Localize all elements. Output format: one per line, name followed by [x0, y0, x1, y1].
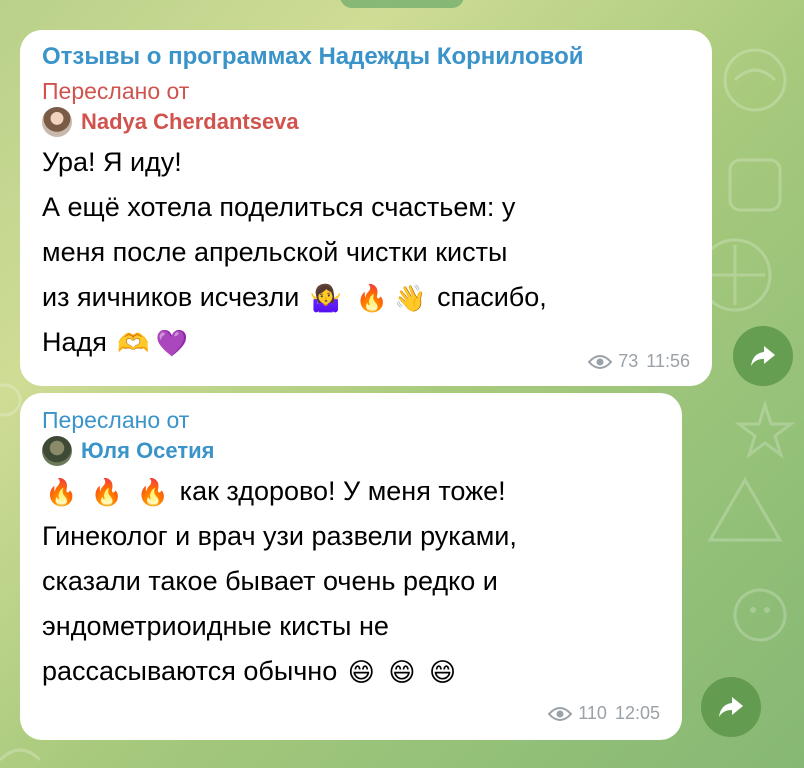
message-meta: 110 12:05 [548, 703, 660, 724]
shrug-emoji-icon: 🤷‍♀️ [309, 284, 343, 314]
message-meta: 73 11:56 [588, 351, 690, 372]
message-text: 🔥 🔥 🔥 как здорово! У меня тоже! Гинеколо… [42, 469, 660, 694]
message-line: Гинеколог и врач узи развели руками, [42, 521, 517, 551]
grinning-emoji-icon: 😄 [388, 658, 416, 688]
forwarded-from-name[interactable]: Юля Осетия [81, 438, 215, 464]
share-arrow-icon [719, 697, 743, 717]
top-date-pill [340, 0, 464, 8]
avatar[interactable] [42, 436, 72, 466]
message-time: 11:56 [646, 351, 690, 371]
forwarded-label: Переслано от [42, 78, 190, 104]
grinning-emoji-icon: 😄 [347, 658, 375, 688]
view-count: 110 [578, 703, 607, 723]
message-line: из яичников исчезли 🤷‍♀️ 🔥 👋 спасибо, [42, 275, 690, 320]
message-line: сказали такое бывает очень редко и [42, 566, 498, 596]
forwarded-from[interactable]: Nadya Cherdantseva [42, 106, 690, 138]
share-button[interactable] [701, 677, 761, 737]
message-line: рассасываются обычно 😄 😄 😄 [42, 649, 660, 694]
eye-icon [548, 706, 573, 721]
fire-emoji-icon: 🔥 [136, 478, 170, 508]
avatar[interactable] [42, 107, 72, 137]
channel-title[interactable]: Отзывы о программах Надежды Корниловой [42, 42, 690, 72]
message-line: 🔥 🔥 🔥 как здорово! У меня тоже! [42, 469, 660, 514]
message-line: Ура! Я иду! [42, 147, 182, 177]
eye-icon [588, 354, 613, 369]
message-line-text: спасибо, [437, 282, 547, 312]
heart-hands-emoji-icon: 🫶 [117, 329, 150, 359]
message-line-text: как здорово! У меня тоже! [179, 476, 506, 506]
fire-emoji-icon: 🔥 [45, 478, 78, 508]
message-line: меня после апрельской чистки кисты [42, 237, 508, 267]
message-line-text: рассасываются обычно [42, 656, 338, 686]
message-bubble[interactable]: Отзывы о программах Надежды Корниловой П… [20, 30, 712, 386]
fire-emoji-icon: 🔥 [90, 478, 124, 508]
purple-heart-emoji-icon: 💜 [155, 329, 189, 359]
message-bubble[interactable]: Переслано от Юля Осетия 🔥 🔥 🔥 как здоров… [20, 393, 682, 740]
message-time: 12:05 [614, 703, 660, 723]
share-button[interactable] [733, 326, 793, 386]
grinning-emoji-icon: 😄 [429, 658, 457, 688]
message-text: Ура! Я иду! А ещё хотела поделиться счас… [42, 140, 690, 365]
forwarded-from-name[interactable]: Nadya Cherdantseva [81, 109, 299, 135]
waving-hand-emoji-icon: 👋 [394, 284, 427, 314]
message-line: эндометриоидные кисты не [42, 611, 389, 641]
view-count: 73 [618, 351, 639, 371]
share-arrow-icon [751, 346, 775, 366]
forwarded-label: Переслано от [42, 407, 190, 433]
message-line-text: Надя [42, 327, 107, 357]
fire-emoji-icon: 🔥 [355, 284, 389, 314]
message-line-text: из яичников исчезли [42, 282, 300, 312]
message-line: А ещё хотела поделиться счастьем: у [42, 192, 516, 222]
forwarded-from[interactable]: Юля Осетия [42, 435, 660, 467]
